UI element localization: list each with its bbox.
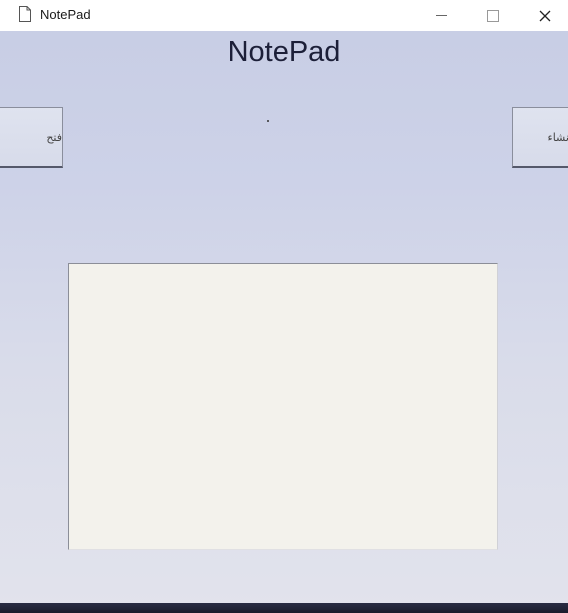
window-title: NotePad: [40, 7, 91, 22]
close-icon: [539, 10, 551, 21]
app-heading: NotePad: [227, 36, 341, 68]
open-button[interactable]: فتح: [0, 107, 63, 168]
app-window: NotePad NotePad فتح انشاء: [0, 0, 568, 613]
maximize-button[interactable]: [470, 0, 516, 31]
taskbar-edge: [0, 603, 568, 613]
stray-dot: [267, 120, 269, 122]
maximize-icon: [487, 9, 499, 22]
create-button[interactable]: انشاء: [512, 107, 568, 168]
minimize-icon: [435, 15, 447, 16]
title-bar[interactable]: NotePad: [0, 0, 568, 31]
document-icon: [19, 6, 31, 22]
close-button[interactable]: [522, 0, 568, 31]
editor-textarea[interactable]: [68, 263, 498, 550]
minimize-button[interactable]: [418, 0, 464, 31]
